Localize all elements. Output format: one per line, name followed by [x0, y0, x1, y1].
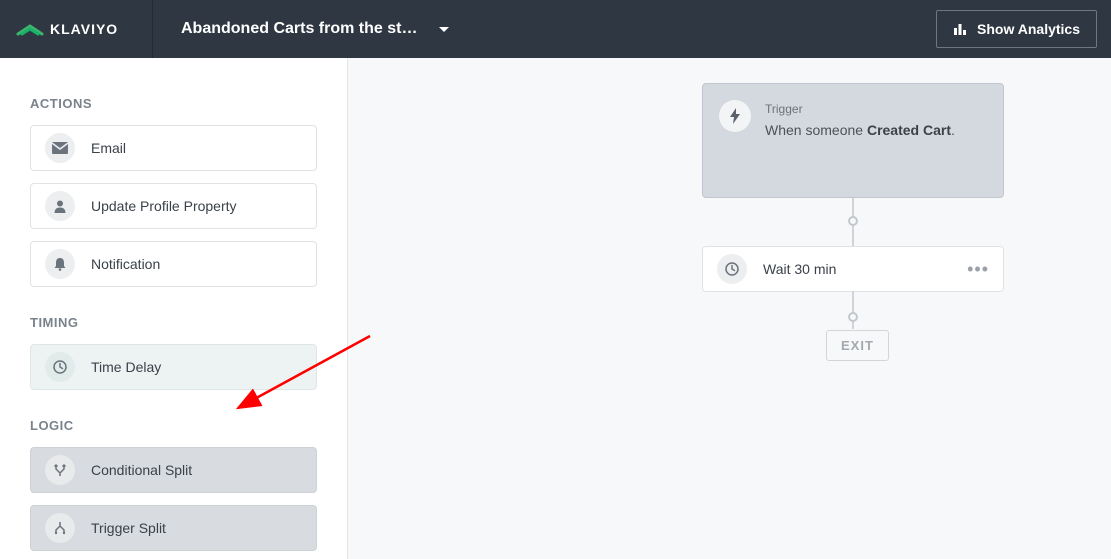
trigger-suffix: . — [951, 122, 955, 138]
flow-name-label: Abandoned Carts from the st… — [181, 20, 417, 38]
flow-name-dropdown[interactable]: Abandoned Carts from the st… — [153, 0, 477, 58]
exit-label: EXIT — [841, 338, 874, 353]
caret-down-icon — [439, 27, 449, 32]
trigger-event: Created Cart — [867, 122, 951, 138]
clock-icon — [45, 352, 75, 382]
connector-line — [852, 291, 854, 329]
bell-icon — [45, 249, 75, 279]
timing-time-delay-label: Time Delay — [91, 359, 161, 375]
show-analytics-label: Show Analytics — [977, 21, 1080, 37]
logic-conditional-split-label: Conditional Split — [91, 462, 192, 478]
header-right: Show Analytics — [936, 10, 1111, 48]
bolt-icon — [719, 100, 751, 132]
trigger-title: Trigger — [765, 100, 955, 118]
section-title-logic: LOGIC — [30, 418, 317, 433]
logic-conditional-split[interactable]: Conditional Split — [30, 447, 317, 493]
exit-node[interactable]: EXIT — [826, 330, 889, 361]
sidebar: ACTIONS Email Update Profile Property No… — [0, 58, 348, 559]
timing-time-delay[interactable]: Time Delay — [30, 344, 317, 390]
svg-text:KLAVIYO: KLAVIYO — [50, 21, 118, 37]
split-icon — [45, 455, 75, 485]
wait-card[interactable]: Wait 30 min ••• — [702, 246, 1004, 292]
main-area: ACTIONS Email Update Profile Property No… — [0, 58, 1111, 559]
trigger-description: When someone Created Cart. — [765, 120, 955, 141]
action-email[interactable]: Email — [30, 125, 317, 171]
header-left: KLAVIYO Abandoned Carts from the st… — [0, 0, 477, 58]
flow-canvas[interactable]: Trigger When someone Created Cart. Wait … — [348, 58, 1111, 559]
action-email-label: Email — [91, 140, 126, 156]
connector-node[interactable] — [848, 312, 858, 322]
trigger-card[interactable]: Trigger When someone Created Cart. — [702, 83, 1004, 198]
wait-left: Wait 30 min — [717, 254, 836, 284]
logic-trigger-split[interactable]: Trigger Split — [30, 505, 317, 551]
more-options-icon[interactable]: ••• — [967, 259, 989, 280]
brand-logo[interactable]: KLAVIYO — [0, 0, 153, 58]
action-notification[interactable]: Notification — [30, 241, 317, 287]
section-title-timing: TIMING — [30, 315, 317, 330]
action-update-profile[interactable]: Update Profile Property — [30, 183, 317, 229]
person-icon — [45, 191, 75, 221]
show-analytics-button[interactable]: Show Analytics — [936, 10, 1097, 48]
clock-icon — [717, 254, 747, 284]
trigger-text: Trigger When someone Created Cart. — [765, 100, 955, 141]
logic-trigger-split-label: Trigger Split — [91, 520, 166, 536]
wait-label: Wait 30 min — [763, 261, 836, 277]
action-notification-label: Notification — [91, 256, 160, 272]
connector-node[interactable] — [848, 216, 858, 226]
action-update-profile-label: Update Profile Property — [91, 198, 237, 214]
trigger-split-icon — [45, 513, 75, 543]
email-icon — [45, 133, 75, 163]
section-title-actions: ACTIONS — [30, 96, 317, 111]
bar-chart-icon — [953, 22, 967, 36]
top-bar: KLAVIYO Abandoned Carts from the st… Sho… — [0, 0, 1111, 58]
klaviyo-logo-icon: KLAVIYO — [16, 18, 134, 40]
trigger-prefix: When someone — [765, 122, 867, 138]
